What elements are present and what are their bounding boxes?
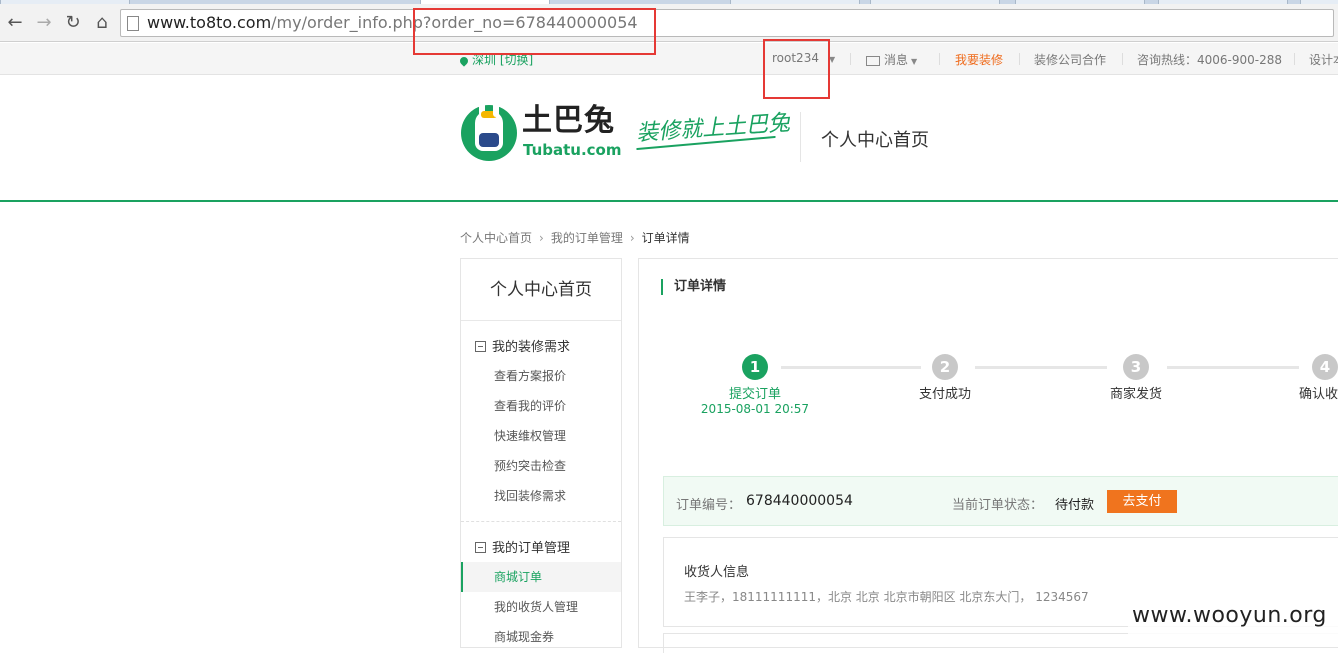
renovate-link[interactable]: 我要装修 bbox=[955, 51, 1003, 68]
step-1-time: 2015-08-01 20:57 bbox=[700, 402, 810, 416]
status-badge: 待付款 bbox=[1055, 498, 1095, 513]
breadcrumb: 个人中心首页 › 我的订单管理 › 订单详情 bbox=[460, 229, 690, 246]
city-name: 深圳 bbox=[472, 53, 497, 67]
logo-text[interactable]: 土巴兔 bbox=[522, 104, 615, 138]
chevron-right-icon: › bbox=[629, 231, 635, 245]
address-bar[interactable]: www.to8to.com/my/order_info.php?order_no… bbox=[120, 9, 1334, 37]
location-pin-icon bbox=[458, 54, 470, 67]
step-2-label: 支付成功 bbox=[918, 387, 971, 402]
site-header: 土巴兔 Tubatu.com 装修就上土巴兔 个人中心首页 bbox=[0, 76, 1338, 202]
sidebar-item-recover[interactable]: 找回装修需求 bbox=[461, 481, 621, 511]
step-1-label: 提交订单 bbox=[728, 387, 781, 402]
watermark: www.wooyun.org bbox=[1128, 596, 1338, 636]
divider bbox=[850, 53, 851, 65]
step-3-circle: 3 bbox=[1123, 354, 1149, 380]
chevron-down-icon: ▼ bbox=[911, 57, 918, 66]
sidebar-item-rights[interactable]: 快速维权管理 bbox=[461, 421, 621, 451]
cooperation-link[interactable]: 装修公司合作 bbox=[1034, 51, 1106, 68]
breadcrumb-link-orders[interactable]: 我的订单管理 bbox=[551, 231, 623, 245]
status-label: 当前订单状态： bbox=[952, 498, 1044, 513]
order-summary-bar: 订单编号： 678440000054 当前订单状态： 待付款 去支付 bbox=[663, 476, 1338, 526]
divider bbox=[461, 521, 621, 522]
forward-icon[interactable]: → bbox=[33, 12, 55, 34]
messages-label: 消息 bbox=[884, 53, 909, 67]
step-connector bbox=[1167, 366, 1299, 369]
divider bbox=[1019, 53, 1020, 65]
sidebar-group-label: 我的订单管理 bbox=[492, 541, 571, 556]
divider bbox=[1122, 53, 1123, 65]
back-icon[interactable]: ← bbox=[4, 12, 26, 34]
chevron-right-icon: › bbox=[539, 231, 544, 245]
sidebar-item-mall-orders[interactable]: 商城订单 bbox=[461, 562, 621, 592]
sidebar-item-coupons[interactable]: 商城现金券 bbox=[461, 622, 621, 652]
sidebar-item-quotes[interactable]: 查看方案报价 bbox=[461, 361, 621, 391]
hotline-text: 咨询热线：4006-900-288 bbox=[1137, 53, 1283, 67]
sidebar-group-renovation[interactable]: 我的装修需求 bbox=[475, 336, 570, 355]
messages-menu[interactable]: 消息 ▼ bbox=[866, 51, 917, 68]
logo-domain: Tubatu.com bbox=[523, 141, 622, 159]
step-connector bbox=[781, 366, 921, 369]
pay-button[interactable]: 去支付 bbox=[1107, 490, 1177, 513]
url-host: www.to8to.com bbox=[147, 13, 272, 32]
home-icon[interactable]: ⌂ bbox=[91, 12, 113, 34]
step-3-label: 商家发货 bbox=[1109, 387, 1162, 402]
sidebar: 个人中心首页 我的装修需求 查看方案报价 查看我的评价 快速维权管理 预约突击检… bbox=[460, 258, 622, 648]
receiver-details: 王李子，18111111111，北京 北京 北京市朝阳区 北京东大门， 1234… bbox=[684, 590, 1089, 604]
divider bbox=[939, 53, 940, 65]
mail-icon bbox=[866, 55, 880, 66]
browser-toolbar: ← → ↻ ⌂ www.to8to.com/my/order_info.php?… bbox=[0, 4, 1338, 42]
next-section-box bbox=[663, 633, 1338, 653]
sidebar-item-inspection[interactable]: 预约突击检查 bbox=[461, 451, 621, 481]
site-top-bar: 深圳 [切换] root234 ▼ 消息 ▼ 我要装修 装修公司合作 咨询热线：40… bbox=[0, 43, 1338, 75]
step-1-circle: 1 bbox=[742, 354, 768, 380]
panel-title: 订单详情 bbox=[661, 279, 726, 295]
collapse-icon bbox=[475, 341, 486, 352]
header-page-title: 个人中心首页 bbox=[821, 130, 929, 151]
sidebar-group-orders[interactable]: 我的订单管理 bbox=[475, 537, 570, 556]
page-icon bbox=[127, 16, 139, 31]
divider bbox=[800, 112, 801, 162]
step-4-circle: 4 bbox=[1312, 354, 1338, 380]
order-detail-panel: 订单详情 1 提交订单 2015-08-01 20:57 2 支付成功 3 商家… bbox=[638, 258, 1338, 653]
designer-link[interactable]: 设计本 bbox=[1309, 51, 1338, 68]
receiver-title: 收货人信息 bbox=[684, 565, 750, 580]
order-no-value: 678440000054 bbox=[746, 493, 853, 509]
highlight-box-url bbox=[413, 8, 656, 55]
sidebar-group-label: 我的装修需求 bbox=[492, 340, 571, 355]
divider bbox=[1294, 53, 1295, 65]
collapse-icon bbox=[475, 542, 486, 553]
breadcrumb-current: 订单详情 bbox=[641, 231, 690, 245]
sidebar-item-receivers[interactable]: 我的收货人管理 bbox=[461, 592, 621, 622]
sidebar-item-reviews[interactable]: 查看我的评价 bbox=[461, 391, 621, 421]
step-connector bbox=[975, 366, 1107, 369]
breadcrumb-link-home[interactable]: 个人中心首页 bbox=[460, 231, 532, 245]
city-switch-link[interactable]: [切换] bbox=[500, 53, 533, 67]
highlight-box-username bbox=[763, 39, 830, 99]
order-no-label: 订单编号： bbox=[676, 498, 742, 513]
reload-icon[interactable]: ↻ bbox=[62, 12, 84, 34]
step-4-label: 确认收货 bbox=[1299, 387, 1338, 402]
bunny-icon bbox=[475, 101, 503, 151]
step-2-circle: 2 bbox=[932, 354, 958, 380]
sidebar-title[interactable]: 个人中心首页 bbox=[461, 259, 621, 321]
